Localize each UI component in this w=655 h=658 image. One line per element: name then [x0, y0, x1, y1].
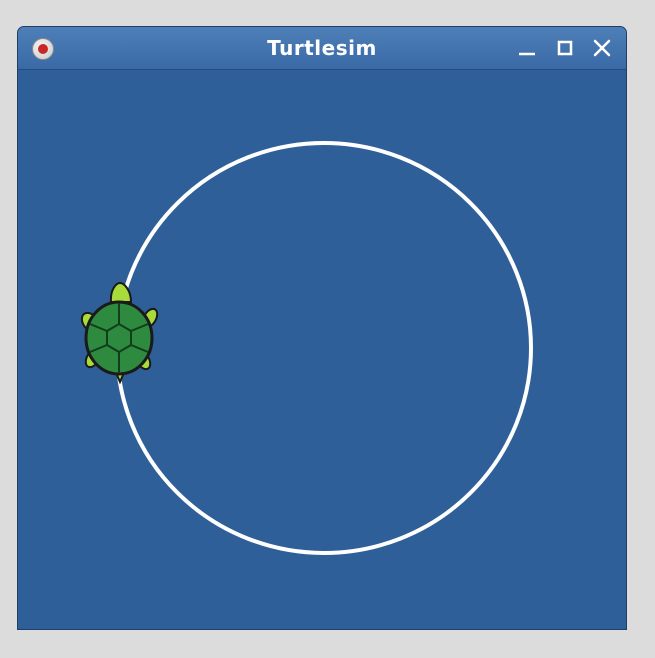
- maximize-icon: [557, 40, 573, 56]
- close-icon: [593, 39, 611, 57]
- close-button[interactable]: [591, 37, 613, 59]
- turtle-canvas: [80, 141, 533, 555]
- titlebar[interactable]: Turtlesim: [18, 27, 626, 70]
- minimize-icon: [519, 52, 535, 56]
- maximize-button[interactable]: [554, 37, 576, 59]
- minimize-button[interactable]: [516, 37, 538, 59]
- turtle-icon: [80, 281, 159, 385]
- pen-trail-circle: [115, 141, 533, 555]
- turtlesim-window: Turtlesim: [17, 26, 627, 630]
